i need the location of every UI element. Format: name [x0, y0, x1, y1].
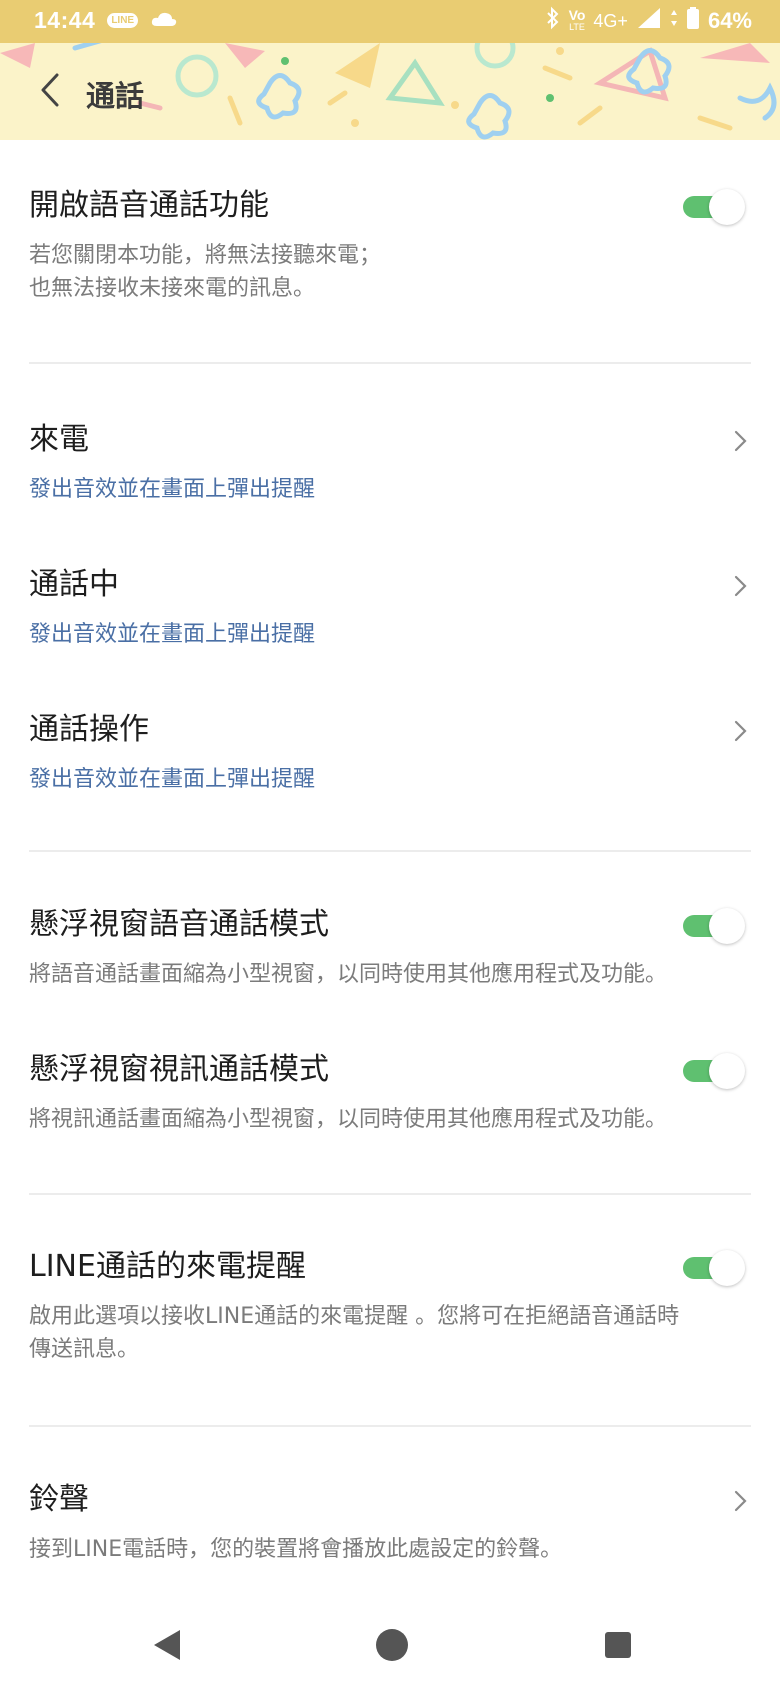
float-voice-title: 懸浮視窗語音通話模式	[29, 907, 329, 942]
square-recents-icon	[605, 1632, 631, 1658]
chevron-right-icon	[734, 575, 747, 597]
network-type: 4G+	[593, 10, 628, 31]
float-voice-setting[interactable]: 懸浮視窗語音通話模式 將語音通話畫面縮為小型視窗，以同時使用其他應用程式及功能。	[29, 905, 751, 991]
in-call-setting[interactable]: 通話中 發出音效並在畫面上彈出提醒	[29, 565, 751, 651]
line-reminder-setting[interactable]: LINE通話的來電提醒 啟用此選項以接收LINE通話的來電提醒 。您將可在拒絕語…	[29, 1247, 751, 1366]
float-video-description: 將視訊通話畫面縮為小型視窗，以同時使用其他應用程式及功能。	[29, 1107, 668, 1132]
nav-back-button[interactable]	[148, 1625, 188, 1665]
chevron-right-icon	[734, 720, 747, 742]
nav-recents-button[interactable]	[598, 1625, 638, 1665]
ringtone-title: 鈴聲	[29, 1482, 89, 1517]
voice-call-setting[interactable]: 開啟語音通話功能 若您關閉本功能，將無法接聽來電； 也無法接收未接來電的訊息。	[29, 186, 751, 305]
chevron-left-icon	[41, 73, 59, 107]
signal-icon	[636, 7, 662, 35]
system-nav-bar	[0, 1600, 780, 1690]
float-voice-description: 將語音通話畫面縮為小型視窗，以同時使用其他應用程式及功能。	[29, 962, 668, 987]
circle-home-icon	[376, 1629, 408, 1661]
line-reminder-toggle[interactable]	[683, 1248, 745, 1286]
call-action-title: 通話操作	[29, 712, 149, 747]
line-reminder-description: 啟用此選項以接收LINE通話的來電提醒 。您將可在拒絕語音通話時 傳送訊息。	[29, 1304, 680, 1362]
app-header: 通話	[0, 43, 780, 140]
line-reminder-title: LINE通話的來電提醒	[29, 1249, 306, 1284]
call-action-setting[interactable]: 通話操作 發出音效並在畫面上彈出提醒	[29, 710, 751, 796]
data-arrows-icon	[670, 7, 678, 35]
in-call-title: 通話中	[29, 567, 119, 602]
float-video-setting[interactable]: 懸浮視窗視訊通話模式 將視訊通話畫面縮為小型視窗，以同時使用其他應用程式及功能。	[29, 1050, 751, 1136]
call-action-value: 發出音效並在畫面上彈出提醒	[29, 767, 316, 792]
chevron-right-icon	[734, 1490, 747, 1512]
battery-icon	[686, 6, 700, 36]
triangle-back-icon	[154, 1630, 180, 1660]
voice-call-description: 若您關閉本功能，將無法接聽來電； 也無法接收未接來電的訊息。	[29, 243, 382, 301]
bluetooth-icon	[545, 6, 561, 36]
float-voice-toggle[interactable]	[683, 906, 745, 944]
page-title: 通話	[86, 79, 145, 113]
float-video-title: 懸浮視窗視訊通話模式	[29, 1052, 329, 1087]
divider	[29, 1425, 751, 1427]
divider	[29, 850, 751, 852]
divider	[29, 1193, 751, 1195]
in-call-value: 發出音效並在畫面上彈出提醒	[29, 622, 316, 647]
ringtone-description: 接到LINE電話時，您的裝置將會播放此處設定的鈴聲。	[29, 1537, 563, 1562]
incoming-call-title: 來電	[29, 422, 89, 457]
line-notification-icon: LINE	[107, 13, 139, 28]
nav-home-button[interactable]	[372, 1625, 412, 1665]
ringtone-setting[interactable]: 鈴聲 接到LINE電話時，您的裝置將會播放此處設定的鈴聲。	[29, 1480, 751, 1566]
chevron-right-icon	[734, 430, 747, 452]
cloud-icon	[150, 8, 178, 34]
volte-icon: Vo LTE	[568, 7, 586, 32]
incoming-call-value: 發出音效並在畫面上彈出提醒	[29, 477, 316, 502]
status-time: 14:44	[34, 7, 96, 33]
divider	[29, 362, 751, 364]
float-video-toggle[interactable]	[683, 1051, 745, 1089]
battery-percent: 64%	[707, 8, 752, 33]
voice-call-title: 開啟語音通話功能	[29, 188, 269, 223]
back-button[interactable]	[30, 65, 70, 115]
voice-call-toggle[interactable]	[683, 187, 745, 225]
status-bar: 14:44 LINE Vo LTE 4G+ 64%	[0, 0, 780, 43]
incoming-call-setting[interactable]: 來電 發出音效並在畫面上彈出提醒	[29, 420, 751, 506]
